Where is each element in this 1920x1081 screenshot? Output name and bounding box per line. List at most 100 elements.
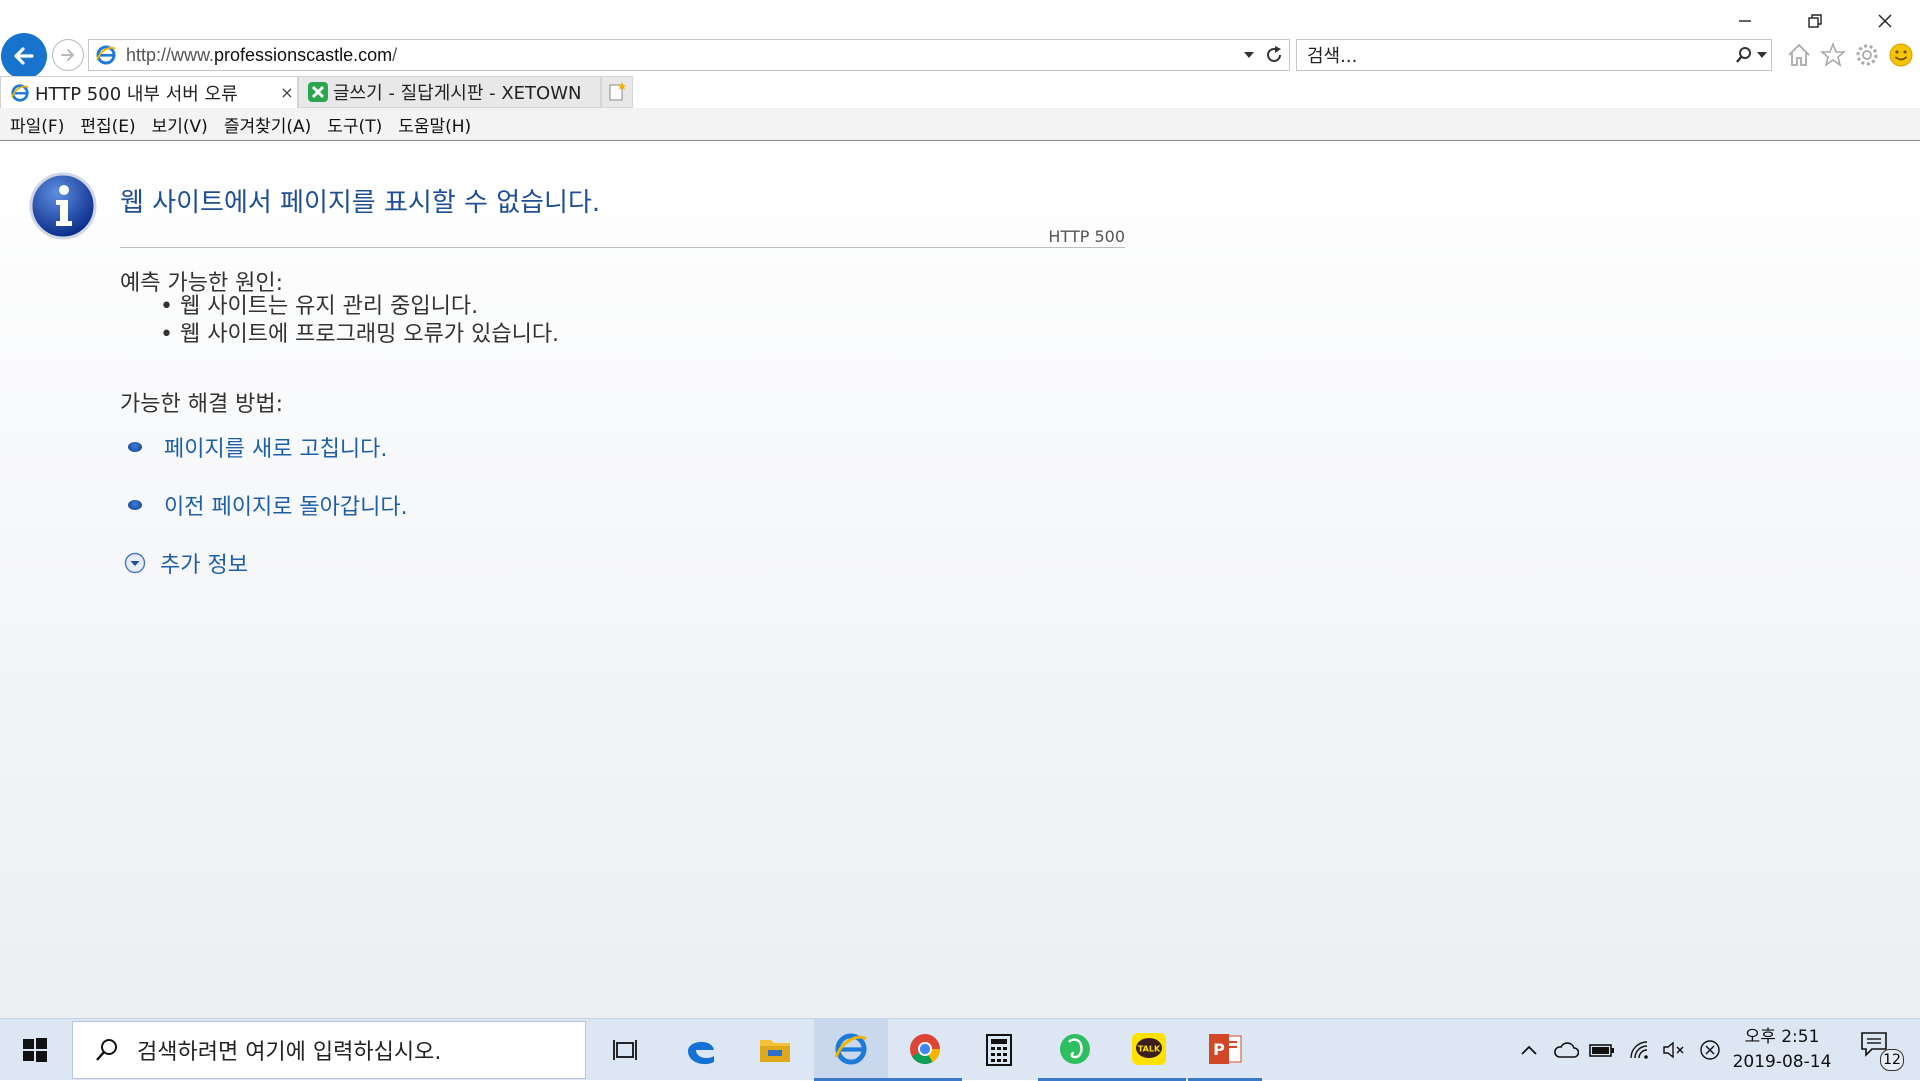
search-icon [1736,47,1751,63]
taskbar: 검색하려면 여기에 입력하십시오. TALK P 오후 2:51 2019-08… [0,1018,1920,1081]
menu-view[interactable]: 보기(V) [152,112,208,137]
menu-tools[interactable]: 도구(T) [327,112,382,137]
tab-xetown[interactable]: 글쓰기 - 질답게시판 - XETOWN [298,76,601,108]
notification-badge: 12 [1880,1049,1904,1071]
menu-help[interactable]: 도움말(H) [398,112,471,137]
powerpoint-icon: P [1209,1033,1242,1064]
forward-button[interactable] [52,39,84,71]
clock-date: 2019-08-14 [1732,1052,1832,1072]
wifi-tray[interactable] [1624,1019,1656,1081]
window-controls [1710,0,1920,42]
ie-favicon-icon [94,43,118,67]
new-tab-icon [609,82,626,101]
home-icon[interactable] [1786,42,1812,68]
taskbar-calculator[interactable] [962,1019,1036,1081]
address-dropdown-button[interactable] [1239,51,1259,59]
menu-favorites[interactable]: 즐겨찾기(A) [224,112,311,137]
new-tab-button[interactable] [601,76,633,108]
minimize-icon [1739,20,1751,22]
address-bar[interactable]: http://www.professionscastle.com/ [88,39,1290,71]
refresh-button[interactable] [1259,45,1289,65]
taskbar-search-input[interactable]: 검색하려면 여기에 입력하십시오. [137,1034,441,1066]
taskbar-internet-explorer[interactable] [814,1019,888,1081]
battery-icon [1589,1044,1614,1057]
chevron-up-icon [1521,1045,1537,1055]
go-back-link[interactable]: 이전 페이지로 돌아갑니다. [164,489,408,521]
system-clock[interactable]: 오후 2:51 2019-08-14 [1722,1025,1842,1075]
menu-bar: 파일(F) 편집(E) 보기(V) 즐겨찾기(A) 도구(T) 도움말(H) [0,108,1920,141]
powerpoint-label: P [1213,1040,1225,1059]
arrow-right-icon [61,49,74,61]
chevron-down-icon [1757,52,1767,58]
volume-muted-icon [1663,1041,1684,1059]
url-prefix: http://www. [126,44,215,65]
action-center-button[interactable]: 12 [1860,1031,1904,1071]
search-icon [91,1037,123,1063]
url-domain: professionscastle.com [214,44,393,65]
more-info-row[interactable]: 추가 정보 [124,547,248,579]
edge-icon [688,1041,714,1065]
error-page: 웹 사이트에서 페이지를 표시할 수 없습니다. HTTP 500 예측 가능한… [0,141,1920,1018]
browser-chrome: http://www.professionscastle.com/ 검색... [0,0,1920,141]
page-title: 웹 사이트에서 페이지를 표시할 수 없습니다. [120,188,601,218]
xetown-favicon-icon [307,81,329,103]
tab-http-500[interactable]: HTTP 500 내부 서버 오류 × [0,76,298,108]
refresh-page-link-row[interactable]: 페이지를 새로 고칩니다. [128,431,387,463]
info-icon [29,172,97,240]
causes-list: 웹 사이트는 유지 관리 중입니다. 웹 사이트에 프로그래밍 오류가 있습니다… [160,293,559,349]
start-button[interactable] [0,1019,70,1081]
task-view-icon [613,1040,637,1060]
close-window-button[interactable] [1850,0,1920,42]
error-circle-icon [1700,1040,1720,1060]
wifi-icon [1630,1041,1648,1059]
battery-tray[interactable] [1586,1019,1618,1081]
expand-chevron-icon[interactable] [124,552,146,574]
tab-title: HTTP 500 내부 서버 오류 [35,83,238,105]
solutions-heading: 가능한 해결 방법: [120,392,284,417]
chevron-down-icon [1244,52,1254,58]
taskbar-evernote[interactable] [1038,1019,1112,1081]
volume-tray[interactable] [1658,1019,1690,1081]
close-icon [1878,14,1892,28]
tab-close-button[interactable]: × [277,83,297,102]
more-info-link[interactable]: 추가 정보 [160,547,248,579]
smiley-feedback-icon[interactable] [1888,42,1914,68]
search-button[interactable] [1731,46,1771,64]
menu-file[interactable]: 파일(F) [10,112,64,137]
kakaotalk-icon: TALK [1132,1032,1166,1065]
address-url[interactable]: http://www.professionscastle.com/ [126,45,1239,66]
restore-icon [1808,14,1822,28]
search-box[interactable]: 검색... [1296,39,1772,71]
toolbar-icons [1786,42,1914,68]
url-suffix: / [392,44,398,65]
windows-logo-icon [23,1038,47,1062]
go-back-link-row[interactable]: 이전 페이지로 돌아갑니다. [128,489,408,521]
taskbar-edge[interactable] [664,1019,738,1081]
tab-strip: HTTP 500 내부 서버 오류 × 글쓰기 - 질답게시판 - XETOWN [0,76,633,108]
refresh-page-link[interactable]: 페이지를 새로 고칩니다. [164,431,387,463]
taskbar-search[interactable]: 검색하려면 여기에 입력하십시오. [72,1021,586,1079]
taskbar-powerpoint[interactable]: P [1188,1019,1262,1081]
restore-button[interactable] [1780,0,1850,42]
refresh-icon [1267,46,1281,62]
list-item: 웹 사이트에 프로그래밍 오류가 있습니다. [160,321,559,349]
kakaotalk-label: TALK [1138,1044,1161,1053]
list-item: 웹 사이트는 유지 관리 중입니다. [160,293,559,321]
ie-icon [834,1032,867,1065]
taskbar-chrome[interactable] [888,1019,962,1081]
error-code: HTTP 500 [1048,227,1125,246]
favorites-star-icon[interactable] [1820,42,1846,68]
taskbar-kakaotalk[interactable]: TALK [1112,1019,1186,1081]
onedrive-tray[interactable] [1550,1019,1582,1081]
back-button[interactable] [1,33,47,79]
minimize-button[interactable] [1710,0,1780,42]
gear-icon[interactable] [1854,42,1880,68]
show-hidden-icons-button[interactable] [1516,1019,1542,1081]
taskbar-file-explorer[interactable] [738,1019,812,1081]
cloud-icon [1554,1042,1579,1058]
search-input[interactable]: 검색... [1307,42,1731,68]
task-view-button[interactable] [588,1019,662,1081]
arrow-left-icon [14,47,34,65]
clock-time: 오후 2:51 [1744,1027,1820,1047]
menu-edit[interactable]: 편집(E) [80,112,135,137]
